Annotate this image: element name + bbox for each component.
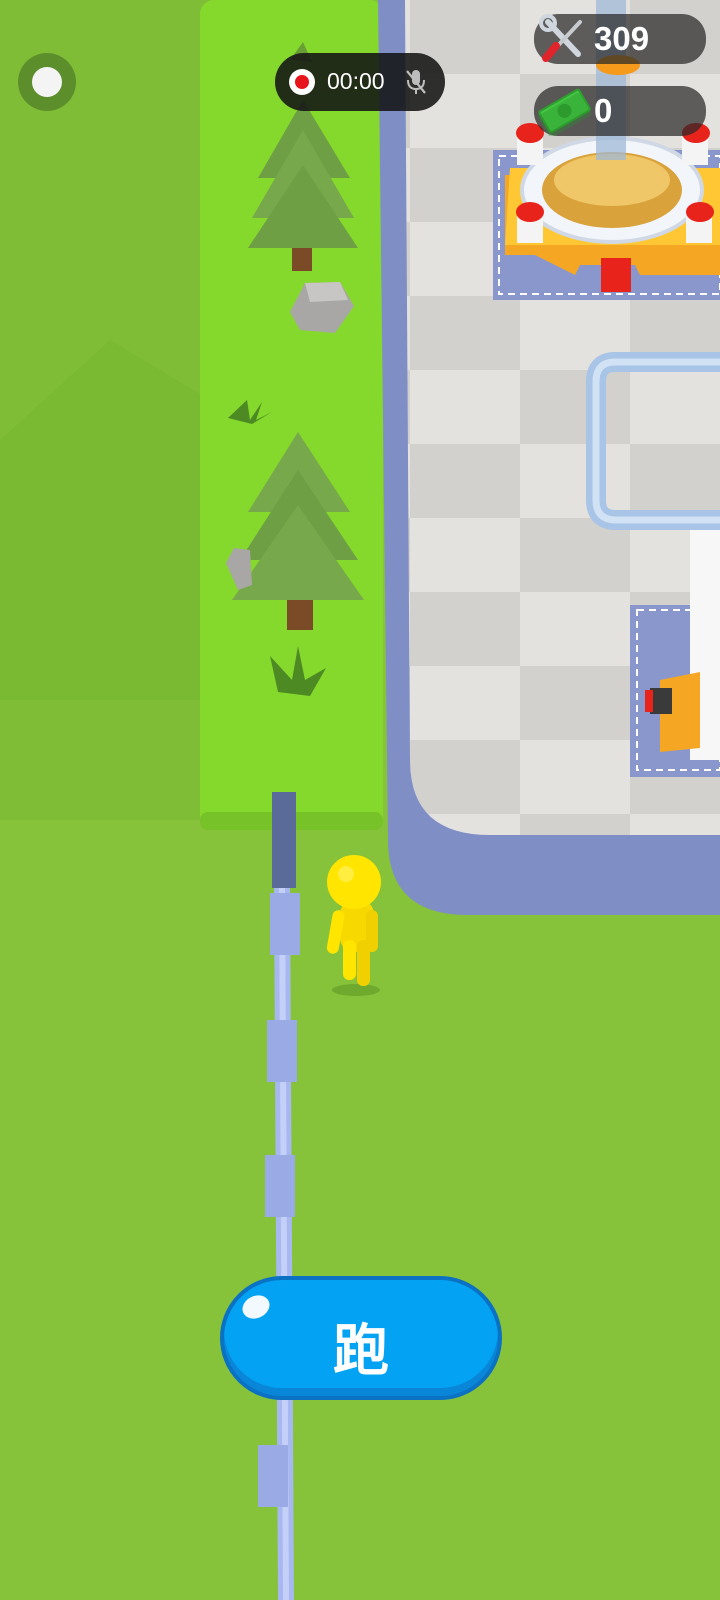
banknote-icon xyxy=(538,88,591,136)
record-dot-icon xyxy=(289,69,315,95)
cash-count: 0 xyxy=(594,92,613,129)
wrench-screwdriver-icon xyxy=(539,14,582,62)
run-button[interactable]: 跑 xyxy=(220,1276,502,1400)
screen-recorder-pill[interactable]: 00:00 xyxy=(275,53,445,111)
record-timer: 00:00 xyxy=(327,68,385,94)
mic-muted-icon[interactable] xyxy=(403,67,429,97)
run-button-label: 跑 xyxy=(333,1319,389,1384)
menu-button[interactable] xyxy=(18,53,76,111)
tools-count: 309 xyxy=(594,20,650,57)
